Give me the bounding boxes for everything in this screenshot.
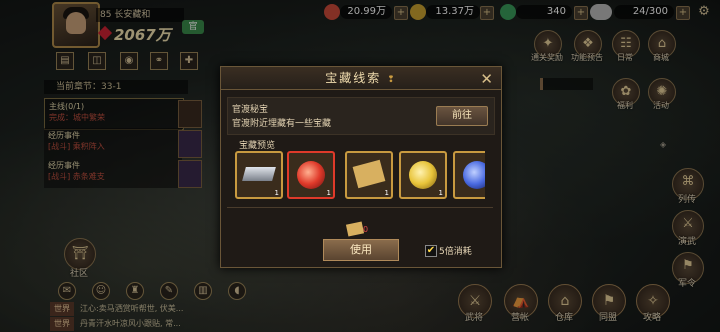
blue-orb-icon xyxy=(463,161,485,189)
gold-orb-icon xyxy=(409,161,437,189)
treasure-map-item[interactable]: 1 xyxy=(345,151,393,199)
map-count: 0 xyxy=(363,225,369,234)
close-icon[interactable]: ✕ xyxy=(480,70,493,88)
silver-bar-icon xyxy=(242,167,276,181)
dialog-title: 宝藏线索 ❢ xyxy=(221,67,501,90)
divider xyxy=(227,207,493,208)
silver-bar-item[interactable]: 1 xyxy=(235,151,283,199)
treasure-preview-row: 1 1 1 1 1 xyxy=(235,151,485,199)
checkbox-label: 5倍消耗 xyxy=(439,247,472,257)
treasure-info-desc: 官渡附近埋藏有一些宝藏 xyxy=(232,119,332,129)
five-times-checkbox[interactable]: ✔ xyxy=(425,245,437,257)
map-scroll-icon xyxy=(345,221,365,237)
blue-orb-item[interactable]: 1 xyxy=(453,151,485,199)
red-orb-icon xyxy=(297,161,325,189)
treasure-info-box: 官渡秘宝 官渡附近埋藏有一些宝藏 前往 xyxy=(227,97,495,135)
gold-orb-item[interactable]: 1 xyxy=(399,151,447,199)
treasure-info-title: 官渡秘宝 xyxy=(232,105,269,115)
go-button[interactable]: 前往 xyxy=(436,106,488,126)
treasure-map-icon xyxy=(352,159,386,189)
red-orb-item[interactable]: 1 xyxy=(287,151,335,199)
use-button[interactable]: 使用 xyxy=(323,239,399,261)
treasure-clue-dialog: 宝藏线索 ❢ ✕ 官渡秘宝 官渡附近埋藏有一些宝藏 前往 宝藏预览 1 1 1 … xyxy=(220,66,502,268)
preview-label: 宝藏预览 xyxy=(239,141,276,151)
